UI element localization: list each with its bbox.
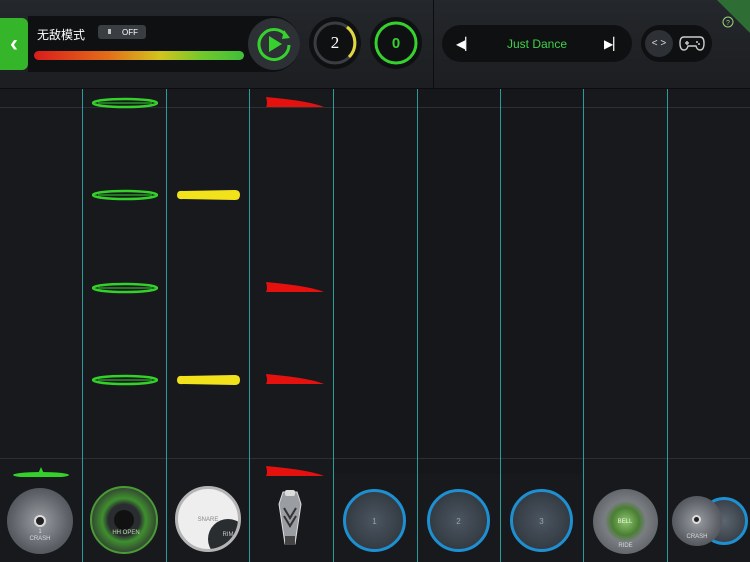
ride-label: RIDE bbox=[618, 543, 633, 549]
tom-2-label: 2 bbox=[456, 517, 461, 526]
ride-pad[interactable]: BELL RIDE bbox=[593, 489, 658, 554]
skip-forward-icon[interactable]: ▶▏ bbox=[604, 37, 622, 51]
tom-pad-1[interactable]: 1 bbox=[343, 489, 406, 552]
cymbal-bell bbox=[34, 515, 46, 527]
combo-counter: 2 bbox=[309, 17, 361, 69]
tom-pad-2[interactable]: 2 bbox=[427, 489, 490, 552]
hihat-note bbox=[92, 374, 158, 386]
mode-title: 无敌模式 bbox=[37, 28, 86, 42]
hihat-note bbox=[92, 189, 158, 201]
crash-pad-right[interactable]: CRASH bbox=[672, 496, 722, 546]
lane-divider bbox=[417, 89, 418, 562]
snare-note bbox=[177, 190, 240, 200]
score-count: 0 bbox=[391, 34, 401, 52]
top-bar: ‹ 无敌模式 III OFF 2 0 ◀▏ Just Dance ▶▏ < > … bbox=[0, 0, 750, 89]
score-counter: 0 bbox=[370, 17, 422, 69]
svg-text:?: ? bbox=[726, 20, 730, 27]
invincible-toggle[interactable]: III OFF bbox=[98, 25, 146, 39]
kick-note bbox=[266, 374, 324, 384]
toggle-state: OFF bbox=[122, 27, 138, 37]
lane-divider bbox=[249, 89, 250, 562]
hihat-pad[interactable]: HH OPEN bbox=[90, 486, 158, 554]
lane-divider bbox=[333, 89, 334, 562]
ride-bell-label: BELL bbox=[617, 519, 633, 525]
lane-shade bbox=[334, 89, 582, 474]
code-icon[interactable]: < > bbox=[645, 30, 673, 57]
snare-pad[interactable]: SNARE RIM bbox=[175, 486, 241, 552]
snare-note bbox=[177, 375, 240, 385]
control-panel: < > bbox=[641, 25, 712, 62]
lane-divider bbox=[166, 89, 167, 562]
tom-3-label: 3 bbox=[539, 517, 544, 526]
lane-divider bbox=[500, 89, 501, 562]
crash-note bbox=[13, 467, 69, 477]
gamepad-icon[interactable] bbox=[679, 34, 705, 52]
hit-line bbox=[0, 458, 750, 459]
kick-note bbox=[266, 97, 324, 107]
crash-label: CRASH bbox=[29, 536, 51, 542]
crash-right-label: CRASH bbox=[686, 534, 708, 540]
header-divider bbox=[433, 0, 434, 88]
rim-label: RIM bbox=[222, 532, 234, 538]
health-meter bbox=[34, 51, 244, 60]
song-title: Just Dance bbox=[506, 36, 568, 51]
kick-note bbox=[266, 466, 324, 476]
hihat-note bbox=[92, 97, 158, 109]
replay-play-icon bbox=[257, 28, 291, 61]
crash-number: 1 bbox=[38, 529, 42, 535]
toggle-bars: III bbox=[107, 28, 112, 36]
rim-area[interactable]: RIM bbox=[208, 519, 238, 549]
back-button[interactable]: ‹ bbox=[0, 18, 28, 70]
kick-pedal-icon[interactable] bbox=[275, 488, 305, 550]
cymbal-bell bbox=[692, 515, 701, 524]
hihat-center bbox=[114, 510, 134, 530]
crash-pad-left[interactable]: 1 CRASH bbox=[7, 488, 73, 554]
lane-divider bbox=[82, 89, 83, 562]
help-icon[interactable]: ? bbox=[717, 0, 750, 33]
hihat-note bbox=[92, 282, 158, 294]
combo-count: 2 bbox=[330, 33, 340, 52]
play-button[interactable] bbox=[248, 18, 300, 70]
chevron-left-icon: ‹ bbox=[10, 30, 18, 57]
lane-divider bbox=[583, 89, 584, 562]
lane-divider bbox=[667, 89, 668, 562]
hihat-label: HH OPEN bbox=[112, 530, 140, 536]
tom-pad-3[interactable]: 3 bbox=[510, 489, 573, 552]
tom-1-label: 1 bbox=[372, 517, 377, 526]
song-panel: ◀▏ Just Dance ▶▏ bbox=[442, 25, 632, 62]
kick-note bbox=[266, 282, 324, 292]
